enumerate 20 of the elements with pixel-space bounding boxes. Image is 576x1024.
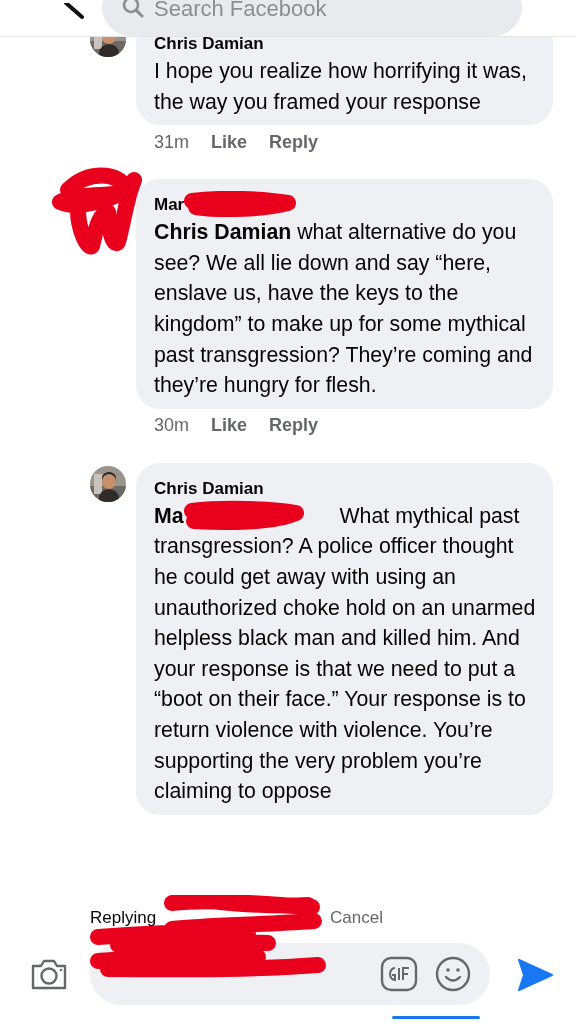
emoji-icon[interactable] xyxy=(435,956,471,992)
replying-label: Replying xyxy=(90,907,157,929)
author-name[interactable]: Mar xyxy=(154,193,185,218)
search-field[interactable]: Search Facebook xyxy=(102,0,522,36)
reply-link[interactable]: Reply xyxy=(269,412,319,440)
timestamp: 30m xyxy=(154,414,189,438)
cancel-link[interactable]: Cancel xyxy=(330,905,383,931)
search-icon xyxy=(122,0,144,18)
gif-icon[interactable] xyxy=(380,956,418,992)
like-link[interactable]: Like xyxy=(211,412,248,440)
reply-link[interactable]: Reply xyxy=(269,128,319,156)
timestamp: 31m xyxy=(154,130,189,154)
comment-text: Ma What mythical past transgression? A police officer thought he could get away with using an unauthorized choke hold on an unarmed helpless black man and killed him. And your response is that we need to put a “boot on their face.” Your response is to return violence with violence. You’re supporting the very problem you’re claiming to oppose xyxy=(154,502,537,806)
like-link[interactable]: Like xyxy=(211,128,248,156)
comment-text: I hope you realize how horrifying it was, the way you framed your response xyxy=(154,58,528,116)
author-name[interactable]: Chris Damian xyxy=(154,476,264,501)
camera-icon[interactable] xyxy=(30,957,68,991)
author-name[interactable]: Chris Damian xyxy=(154,37,264,56)
comment-text: Chris Damian what alternative do you see? We all lie down and say “here, enslave us, have the keys to the kingdom” to make up for some mythical past transgression? They’re coming and they’re hungry for flesh. xyxy=(154,219,534,400)
send-icon[interactable] xyxy=(517,958,553,992)
